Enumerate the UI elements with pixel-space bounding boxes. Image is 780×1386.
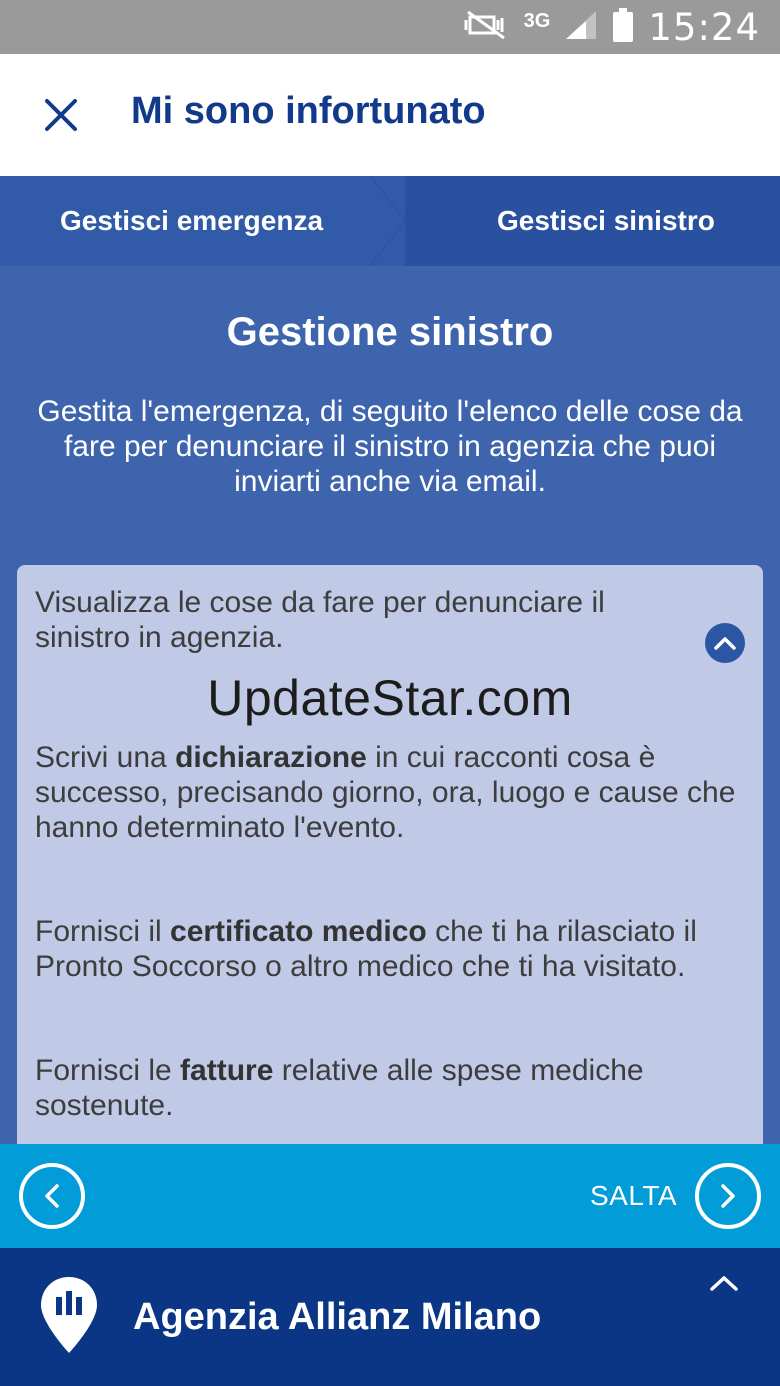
signal-icon (564, 9, 598, 46)
todo-card: Visualizza le cose da fare per denunciar… (17, 565, 763, 1165)
step-bar: Gestisci emergenza Gestisci sinistro (0, 176, 780, 266)
card-header-text[interactable]: Visualizza le cose da fare per denunciar… (35, 585, 675, 655)
chevron-right-icon (721, 1184, 735, 1208)
agency-name: Agenzia Allianz Milano (133, 1295, 542, 1338)
clock: 15:24 (648, 5, 760, 49)
main-content: Gestione sinistro Gestita l'emergenza, d… (0, 266, 780, 1165)
chevron-left-icon (45, 1184, 59, 1208)
watermark: UpdateStar.com (207, 670, 573, 726)
todo-item: Fornisci le fatture relative alle spese … (35, 1054, 644, 1122)
expand-agency-button[interactable] (704, 1268, 744, 1298)
todo-item: Fornisci il certificato medico che ti ha… (35, 915, 697, 983)
network-3g-icon: 3G (523, 10, 551, 32)
close-button[interactable] (36, 90, 86, 140)
mute-icon (464, 10, 510, 45)
agency-bar[interactable]: Agenzia Allianz Milano (0, 1248, 780, 1386)
skip-button[interactable]: SALTA (590, 1144, 677, 1248)
step-chevron-icon (370, 176, 406, 266)
chevron-up-icon (714, 637, 736, 650)
page-title: Mi sono infortunato (131, 90, 486, 132)
nav-strip: SALTA (0, 1144, 780, 1248)
back-button[interactable] (19, 1163, 85, 1229)
close-icon (45, 99, 77, 131)
status-bar: 3G 15:24 (0, 0, 780, 54)
todo-item: Scrivi una dichiarazione in cui racconti… (35, 741, 736, 844)
app-header: Mi sono infortunato (0, 54, 780, 176)
chevron-up-icon (710, 1276, 738, 1291)
step-gestisci-emergenza[interactable]: Gestisci emergenza (60, 176, 323, 266)
next-button[interactable] (695, 1163, 761, 1229)
collapse-button[interactable] (705, 623, 745, 663)
battery-icon (612, 7, 634, 47)
section-title: Gestione sinistro (226, 310, 554, 354)
section-intro: Gestita l'emergenza, di seguito l'elenco… (37, 395, 743, 498)
location-pin-icon (41, 1277, 97, 1353)
step-gestisci-sinistro[interactable]: Gestisci sinistro (497, 176, 715, 266)
